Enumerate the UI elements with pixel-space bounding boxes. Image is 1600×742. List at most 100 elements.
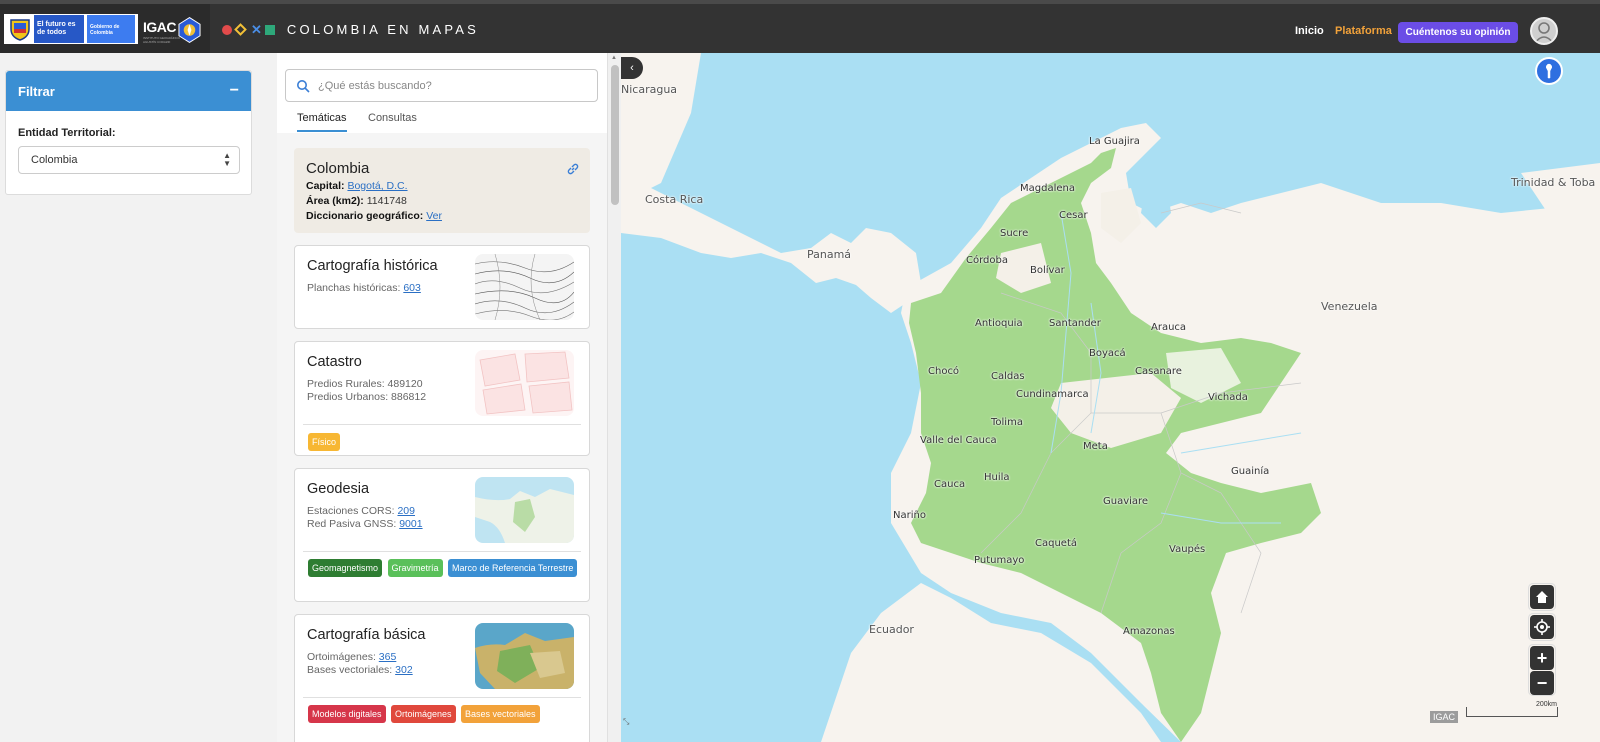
tag-fisico[interactable]: Físico: [308, 433, 341, 451]
card-line-label: Planchas históricas:: [307, 282, 401, 294]
card-cartografia-historica[interactable]: Cartografía histórica Planchas histórica…: [294, 245, 590, 329]
tag-geomagnetismo[interactable]: Geomagnetismo: [308, 559, 383, 577]
area-label: Área (km2):: [306, 195, 364, 207]
historical-map-thumbnail: [475, 254, 574, 320]
zoom-out-button[interactable]: −: [1530, 671, 1554, 695]
brand-dot-icon: [222, 24, 232, 35]
area-value: 1141748: [366, 195, 407, 207]
filter-panel: Filtrar − Entidad Territorial: Colombia …: [5, 70, 252, 195]
basic-map-thumbnail: [475, 623, 574, 689]
entity-label: Entidad Territorial:: [18, 127, 116, 139]
map-label-casanare: Casanare: [1135, 366, 1182, 377]
map-view[interactable]: Nicaragua Costa Rica Panamá Venezuela Tr…: [621, 53, 1600, 742]
map-attribution[interactable]: IGAC: [1430, 711, 1459, 723]
map-label-ecuador: Ecuador: [869, 623, 914, 636]
map-label-sucre: Sucre: [1000, 228, 1029, 239]
card-cartografia-basica[interactable]: Cartografía básica Ortoimágenes: 365 Bas…: [294, 614, 590, 742]
zoom-in-button[interactable]: +: [1530, 646, 1554, 670]
ortho-link[interactable]: 365: [379, 651, 397, 663]
tag-ortoimagenes[interactable]: Ortoimágenes: [391, 705, 456, 723]
gov-text-1: El futuro es de todos: [34, 15, 84, 43]
tag-marco-referencia[interactable]: Marco de Referencia Terrestre: [447, 559, 578, 577]
tools-button[interactable]: [1535, 57, 1563, 85]
gov-text-2: Gobierno de Colombia: [87, 15, 135, 43]
collapse-icon[interactable]: −: [230, 82, 239, 100]
home-icon: [1536, 591, 1548, 603]
map-label-cordoba: Córdoba: [966, 255, 1008, 266]
card-geodesia[interactable]: Geodesia Estaciones CORS: 209 Red Pasiva…: [294, 468, 590, 602]
panel-scrollbar[interactable]: ▲: [607, 53, 621, 742]
tag-modelos-digitales[interactable]: Modelos digitales: [308, 705, 386, 723]
map-label-bolivar: Bolívar: [1030, 265, 1065, 276]
map-label-valle-del-cauca: Valle del Cauca: [920, 435, 997, 446]
gnss-label: Red Pasiva GNSS:: [307, 518, 397, 530]
tag-gravimetria[interactable]: Gravimetría: [387, 559, 443, 577]
map-label-guaviare: Guaviare: [1103, 496, 1149, 507]
map-label-nicaragua: Nicaragua: [621, 83, 678, 96]
map-label-guainia: Guainía: [1231, 466, 1270, 477]
map-label-la-guajira: La Guajira: [1089, 136, 1140, 147]
igac-subtitle: INSTITUTO GEOGRÁFICO AGUSTÍN CODAZZI: [143, 36, 180, 44]
search-placeholder: ¿Qué estás buscando?: [318, 79, 432, 92]
ortho-label: Ortoimágenes:: [307, 651, 376, 663]
map-label-trinidad: Trinidad & Toba: [1511, 176, 1596, 189]
map-label-costa-rica: Costa Rica: [645, 193, 704, 206]
tag-list: Geomagnetismo Gravimetría Marco de Refer…: [308, 558, 578, 577]
select-caret-icon: ▲ ▼: [223, 151, 231, 168]
entity-value: Colombia: [31, 154, 78, 166]
map-label-santander: Santander: [1049, 318, 1101, 329]
user-avatar[interactable]: [1530, 17, 1558, 45]
scroll-up-icon[interactable]: ▲: [611, 55, 617, 61]
vector-link[interactable]: 302: [395, 664, 413, 676]
home-button[interactable]: [1530, 585, 1554, 609]
card-divider: [303, 424, 581, 425]
link-icon[interactable]: [566, 162, 580, 176]
geodesy-map-thumbnail: [475, 477, 574, 543]
opinion-button[interactable]: Cuéntenos su opinión: [1398, 22, 1518, 43]
map-label-narino: Nariño: [893, 510, 926, 521]
scale-bar: 200km: [1466, 701, 1558, 717]
gobierno-logo[interactable]: El futuro es de todos Gobierno de Colomb…: [4, 14, 138, 44]
collapse-panel-button[interactable]: ‹: [621, 57, 643, 79]
nav-plataforma[interactable]: Plataforma: [1335, 25, 1392, 37]
brand-square-icon: [264, 24, 275, 35]
map-label-putumayo: Putumayo: [974, 555, 1025, 566]
cors-label: Estaciones CORS:: [307, 505, 395, 517]
brand-title: COLOMBIA EN MAPAS: [286, 22, 480, 37]
igac-logo[interactable]: IGAC INSTITUTO GEOGRÁFICO AGUSTÍN CODAZZ…: [143, 14, 201, 46]
tab-tematicas[interactable]: Temáticas: [297, 112, 347, 132]
dictionary-link[interactable]: Ver: [426, 210, 442, 222]
search-input[interactable]: ¿Qué estás buscando?: [285, 69, 598, 102]
map-label-cauca: Cauca: [934, 479, 966, 490]
vector-label: Bases vectoriales:: [307, 664, 393, 676]
locate-icon: [1534, 619, 1550, 635]
scroll-thumb[interactable]: [611, 65, 619, 205]
user-icon: [1534, 22, 1554, 43]
tab-consultas[interactable]: Consultas: [368, 112, 417, 124]
map-label-meta: Meta: [1083, 441, 1108, 452]
card-catastro[interactable]: Catastro Predios Rurales: 489120 Predios…: [294, 341, 590, 456]
tag-bases-vectoriales[interactable]: Bases vectoriales: [460, 705, 540, 723]
brand[interactable]: ✕ COLOMBIA EN MAPAS: [222, 22, 479, 37]
map-label-magdalena: Magdalena: [1020, 183, 1075, 194]
cors-link[interactable]: 209: [397, 505, 415, 517]
map-label-vichada: Vichada: [1208, 392, 1248, 403]
dictionary-label: Diccionario geográfico:: [306, 210, 424, 222]
map-label-amazonas: Amazonas: [1123, 626, 1175, 637]
colombia-title: Colombia: [306, 160, 370, 177]
map-label-boyaca: Boyacá: [1089, 348, 1126, 359]
locate-button[interactable]: [1530, 615, 1554, 639]
expand-icon[interactable]: ⤡: [623, 717, 629, 727]
scale-label: 200km: [1535, 701, 1557, 708]
map-label-vaupes: Vaupés: [1169, 544, 1206, 555]
igac-text: IGAC: [143, 19, 177, 35]
filter-header[interactable]: Filtrar −: [6, 71, 251, 111]
capital-link[interactable]: Bogotá, D.C.: [347, 180, 407, 192]
gnss-link[interactable]: 9001: [399, 518, 422, 530]
map-canvas: [621, 53, 1600, 742]
cadastre-thumbnail: [475, 350, 574, 416]
map-label-arauca: Arauca: [1151, 322, 1187, 333]
planchas-link[interactable]: 603: [403, 282, 421, 294]
entity-select[interactable]: Colombia ▲ ▼: [18, 146, 240, 174]
nav-inicio[interactable]: Inicio: [1295, 25, 1324, 37]
